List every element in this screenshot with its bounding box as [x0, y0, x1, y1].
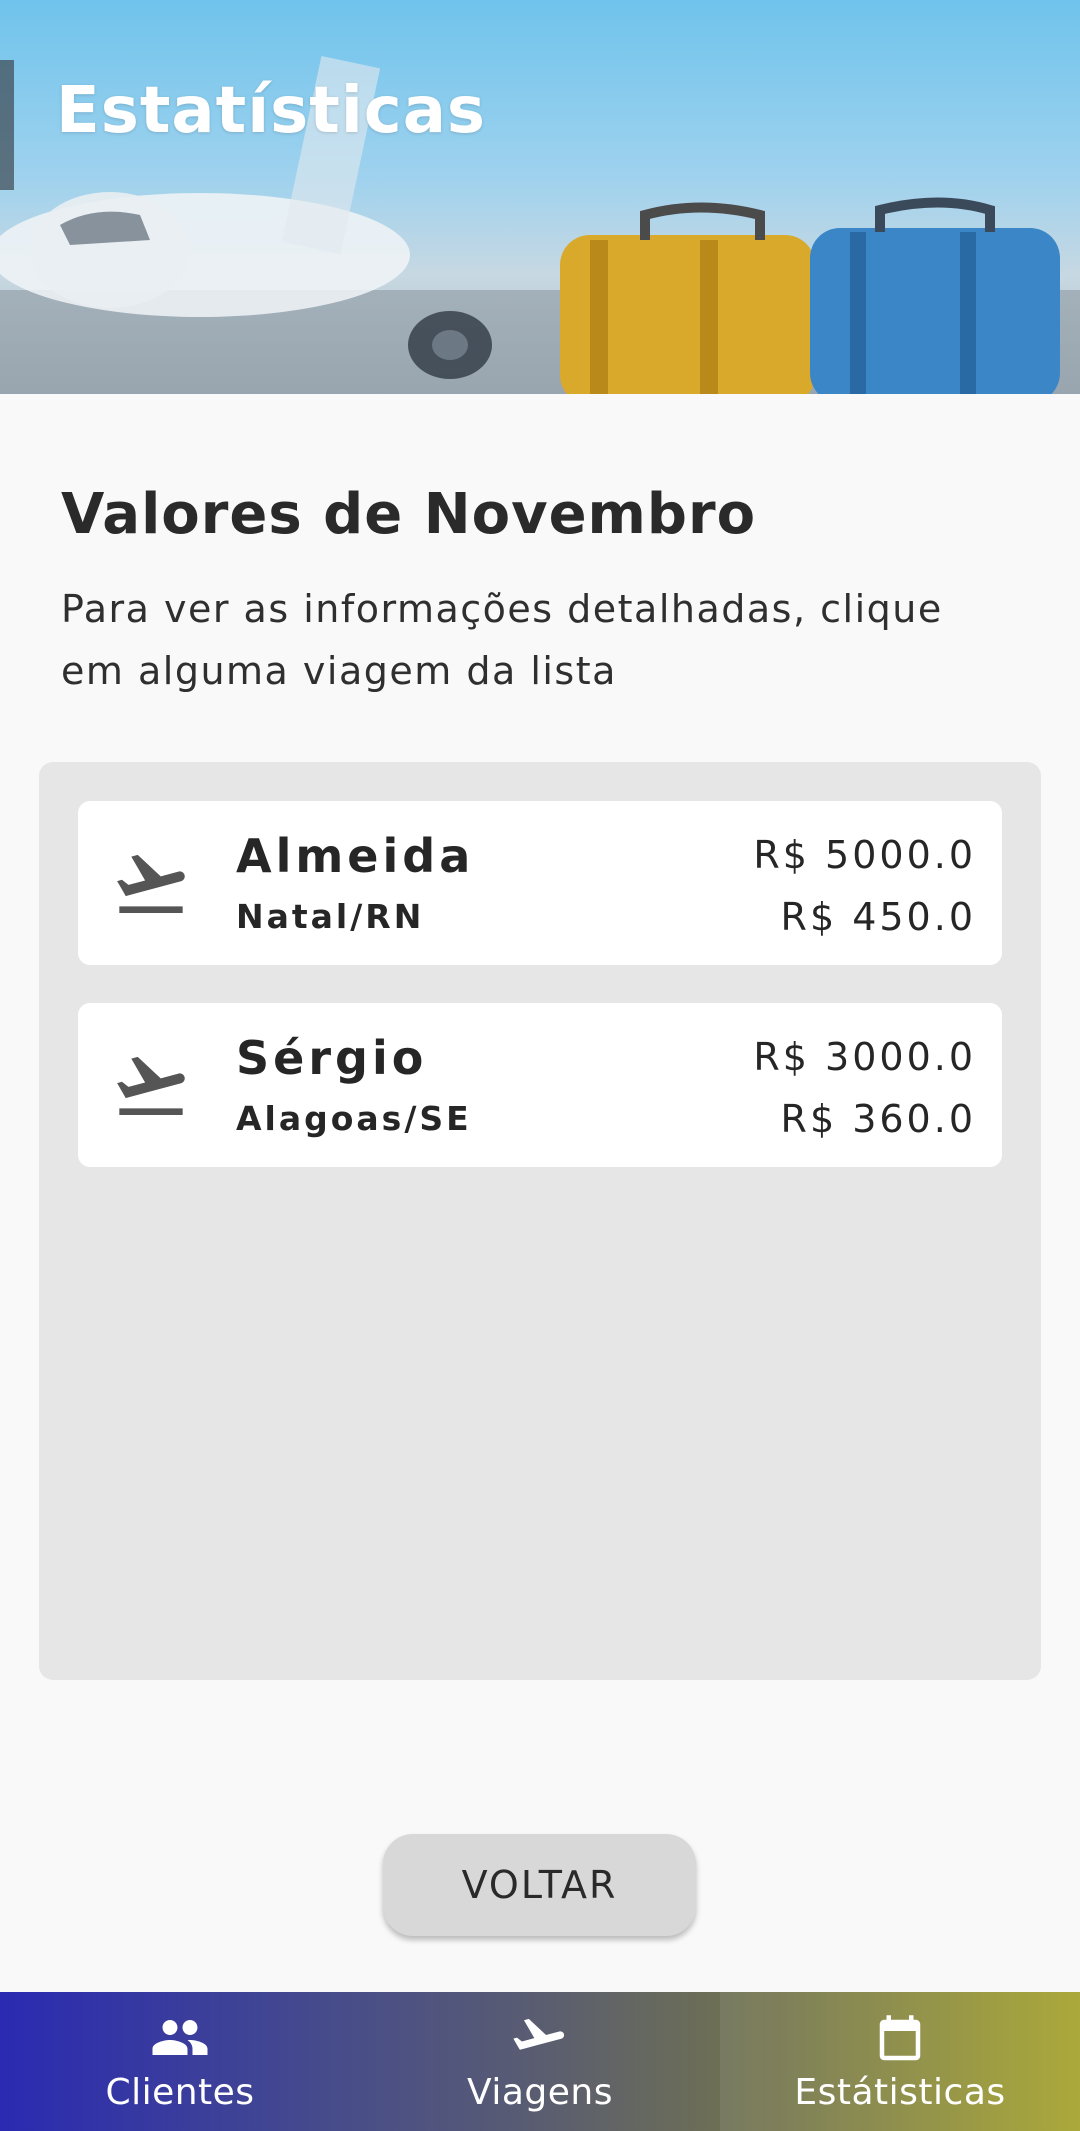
bottom-navigation: Clientes Viagens Estátisticas [0, 1992, 1080, 2131]
trip-destination: Alagoas/SE [236, 1099, 472, 1138]
trip-total-value: R$ 3000.0 [753, 1035, 976, 1079]
trip-total-value: R$ 5000.0 [753, 833, 976, 877]
banner-photo [0, 55, 1080, 394]
airplane-icon [117, 1056, 185, 1115]
header-banner: Estatísticas [0, 0, 1080, 394]
trip-secondary-value: R$ 360.0 [780, 1097, 976, 1141]
nav-label: Viagens [467, 2072, 613, 2113]
nav-item-viagens[interactable]: Viagens [360, 1992, 720, 2131]
section-description: Para ver as informações detalhadas, cliq… [61, 587, 943, 693]
airplane-icon [513, 2018, 565, 2050]
trip-secondary-value: R$ 450.0 [780, 895, 976, 939]
nav-label: Clientes [105, 2072, 255, 2113]
trip-list: Almeida Natal/RN R$ 5000.0 R$ 450.0 Sérg… [39, 762, 1041, 1680]
trip-card[interactable]: Almeida Natal/RN R$ 5000.0 R$ 450.0 [78, 801, 1002, 965]
client-name: Sérgio [236, 1031, 428, 1085]
trip-card[interactable]: Sérgio Alagoas/SE R$ 3000.0 R$ 360.0 [78, 1003, 1002, 1167]
page-title: Estatísticas [56, 74, 486, 148]
section-title: Valores de Novembro [61, 482, 757, 547]
trip-destination: Natal/RN [236, 897, 425, 936]
calendar-icon [879, 2015, 921, 2061]
nav-item-clientes[interactable]: Clientes [0, 1992, 360, 2131]
airplane-icon [117, 854, 185, 913]
client-name: Almeida [236, 829, 475, 883]
back-button[interactable]: VOLTAR [383, 1834, 696, 1936]
nav-item-estatisticas[interactable]: Estátisticas [720, 1992, 1080, 2131]
nav-label: Estátisticas [794, 2072, 1006, 2113]
people-icon [152, 2020, 208, 2055]
